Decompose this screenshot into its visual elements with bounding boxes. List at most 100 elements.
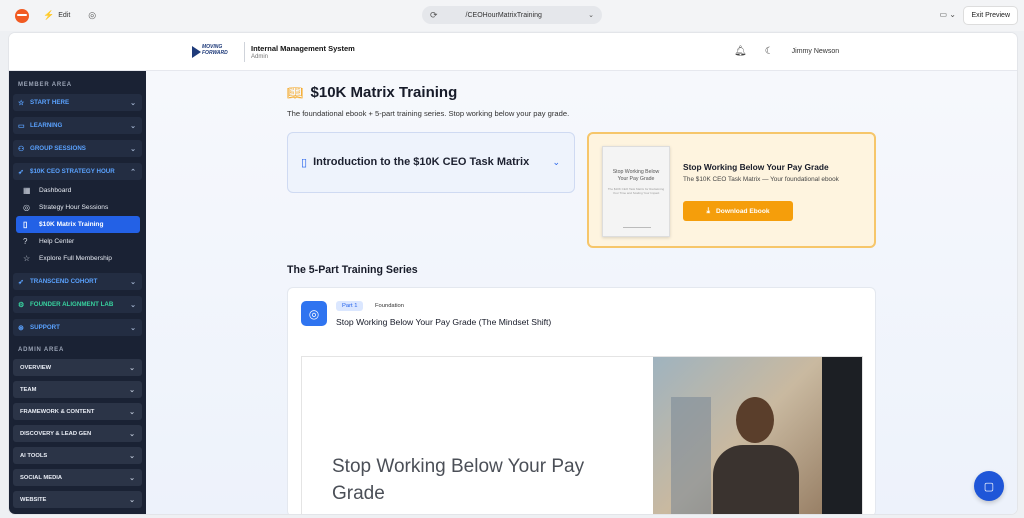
nav-group-sessions[interactable]: ⚇ GROUP SESSIONS ⌄ (13, 140, 142, 157)
admin-label: OVERVIEW (20, 364, 52, 371)
sub-strategy-hour-sessions[interactable]: ◎ Strategy Hour Sessions (16, 199, 140, 216)
sub-explore-membership[interactable]: ☆ Explore Full Membership (16, 250, 140, 267)
ebook-cover: Stop Working Below Your Pay Grade The $1… (602, 146, 670, 237)
device-preview-icon[interactable]: ▭ ⌄ (940, 10, 956, 19)
admin-social-media[interactable]: SOCIAL MEDIA ⌄ (13, 469, 142, 486)
admin-team[interactable]: TEAM ⌄ (13, 381, 142, 398)
chat-button[interactable]: ▢ (974, 471, 1004, 501)
nav-label: GROUP SESSIONS (30, 145, 86, 152)
nav-founder-alignment-lab[interactable]: ⚙ FOUNDER ALIGNMENT LAB ⌄ (13, 296, 142, 313)
nav-learning[interactable]: ▭ LEARNING ⌄ (13, 117, 142, 134)
building-shape (671, 397, 711, 514)
download-ebook-button[interactable]: ⤓ Download Ebook (683, 201, 793, 221)
app-logo-icon[interactable] (15, 8, 29, 23)
page-title: $10K Matrix Training (310, 84, 458, 101)
admin-framework-content[interactable]: FRAMEWORK & CONTENT ⌄ (13, 403, 142, 420)
sub-dashboard[interactable]: ▦ Dashboard (16, 182, 140, 199)
sub-help-center[interactable]: ? Help Center (16, 233, 140, 250)
sub-label: Strategy Hour Sessions (39, 204, 109, 211)
rocket-icon: ➶ (18, 168, 24, 176)
nav-label: FOUNDER ALIGNMENT LAB (30, 301, 114, 308)
bell-icon[interactable]: 🔔︎ (734, 46, 747, 57)
sub-label: Dashboard (39, 187, 72, 194)
grid-icon: ▦ (23, 186, 31, 195)
training-part-card[interactable]: ◎ Part 1 Foundation Stop Working Below Y… (287, 287, 876, 514)
sidebar: MEMBER AREA ☆ START HERE ⌄ ▭ LEARNING ⌄ … (9, 71, 146, 514)
target-icon: ◎ (301, 301, 327, 326)
chevron-down-icon: ⌄ (129, 386, 135, 394)
woman-photo (653, 357, 862, 514)
sub-label: Explore Full Membership (39, 255, 112, 262)
book-open-icon: ▯ (23, 220, 28, 229)
chevron-down-icon: ⌄ (129, 496, 135, 504)
url-bar[interactable]: ⟳ /CEOHourMatrixTraining ⌄ (422, 6, 602, 24)
nav-strategy-hour[interactable]: ➶ $10K CEO STRATEGY HOUR ⌃ (13, 163, 142, 180)
moon-icon[interactable]: ☾ (765, 46, 774, 57)
chevron-down-icon[interactable]: ⌄ (588, 11, 594, 19)
reload-icon[interactable]: ⟳ (430, 10, 438, 21)
app-title: Internal Management System (251, 44, 355, 53)
support-icon: ⊛ (18, 324, 24, 332)
user-name[interactable]: Jimmy Newson (792, 48, 839, 55)
users-icon: ⚇ (18, 145, 25, 153)
nav-transcend-cohort[interactable]: ➶ TRANSCEND COHORT ⌄ (13, 273, 142, 290)
sub-matrix-training[interactable]: ▯ $10K Matrix Training (16, 216, 140, 233)
nav-label: START HERE (30, 99, 70, 106)
main-content: 📖︎ $10K Matrix Training The foundational… (146, 71, 1017, 514)
book-icon: ▭ (18, 122, 25, 130)
app-frame: MOVING FORWARD Internal Management Syste… (9, 33, 1017, 514)
chevron-down-icon: ⌄ (129, 452, 135, 460)
help-circle-icon: ? (23, 237, 28, 246)
intro-accordion[interactable]: ▯ Introduction to the $10K CEO Task Matr… (287, 132, 575, 193)
exit-preview-button[interactable]: Exit Preview (963, 6, 1018, 25)
rocket-icon: ➶ (18, 278, 24, 286)
palette-icon[interactable]: ◎ (88, 10, 96, 21)
nav-label: $10K CEO STRATEGY HOUR (30, 168, 115, 175)
app-subtitle: Admin (251, 54, 269, 60)
chevron-down-icon: ⌄ (129, 364, 135, 372)
admin-label: FRAMEWORK & CONTENT (20, 408, 95, 415)
part-badge: Part 1 (336, 301, 364, 311)
page-subtitle: The foundational ebook + 5-part training… (287, 109, 570, 118)
person-head (736, 397, 774, 443)
nav-label: SUPPORT (30, 324, 60, 331)
cover-subtitle: The $10K CEO Task Matrix for Reclaiming … (607, 187, 665, 195)
settings-icon: ⚙ (18, 301, 25, 309)
admin-label: SOCIAL MEDIA (20, 474, 63, 481)
chevron-down-icon[interactable]: ⌄ (552, 157, 560, 168)
brand[interactable]: MOVING FORWARD Internal Management Syste… (192, 42, 355, 62)
download-label: Download Ebook (716, 207, 770, 215)
admin-area-title: ADMIN AREA (18, 347, 65, 353)
admin-ai-tools[interactable]: AI TOOLS ⌄ (13, 447, 142, 464)
sub-label: $10K Matrix Training (39, 221, 104, 228)
edit-button[interactable]: ⚡ Edit (43, 10, 70, 21)
admin-overview[interactable]: OVERVIEW ⌄ (13, 359, 142, 376)
series-heading: The 5-Part Training Series (287, 264, 418, 276)
brand-logo: MOVING FORWARD (192, 42, 238, 62)
part-category: Foundation (375, 303, 405, 309)
admin-website[interactable]: WEBSITE ⌄ (13, 491, 142, 508)
person-body (713, 445, 799, 514)
part-title: Stop Working Below Your Pay Grade (The M… (336, 317, 552, 327)
star-icon: ☆ (23, 254, 31, 263)
nav-label: TRANSCEND COHORT (30, 278, 98, 285)
app-header: MOVING FORWARD Internal Management Syste… (9, 33, 1017, 71)
sub-label: Help Center (39, 238, 75, 245)
ebook-title: Stop Working Below Your Pay Grade (683, 162, 829, 172)
chevron-down-icon: ⌄ (130, 122, 136, 130)
admin-discovery-lead-gen[interactable]: DISCOVERY & LEAD GEN ⌄ (13, 425, 142, 442)
hero-text: Stop Working Below Your Pay Grade (332, 456, 585, 504)
target-icon: ◎ (23, 203, 30, 212)
download-icon: ⤓ (706, 206, 711, 215)
edit-label: Edit (58, 12, 71, 19)
nav-start-here[interactable]: ☆ START HERE ⌄ (13, 94, 142, 111)
book-open-icon: 📖︎ (287, 84, 304, 100)
arrow-logo-icon (192, 46, 201, 58)
nav-support[interactable]: ⊛ SUPPORT ⌄ (13, 319, 142, 336)
part-hero-image: Stop Working Below Your Pay Grade (301, 356, 863, 514)
chevron-down-icon: ⌄ (130, 99, 136, 107)
admin-label: WEBSITE (20, 496, 47, 503)
window-frame (822, 357, 862, 514)
intro-title: Introduction to the $10K CEO Task Matrix (313, 156, 530, 168)
member-area-title: MEMBER AREA (18, 82, 72, 88)
